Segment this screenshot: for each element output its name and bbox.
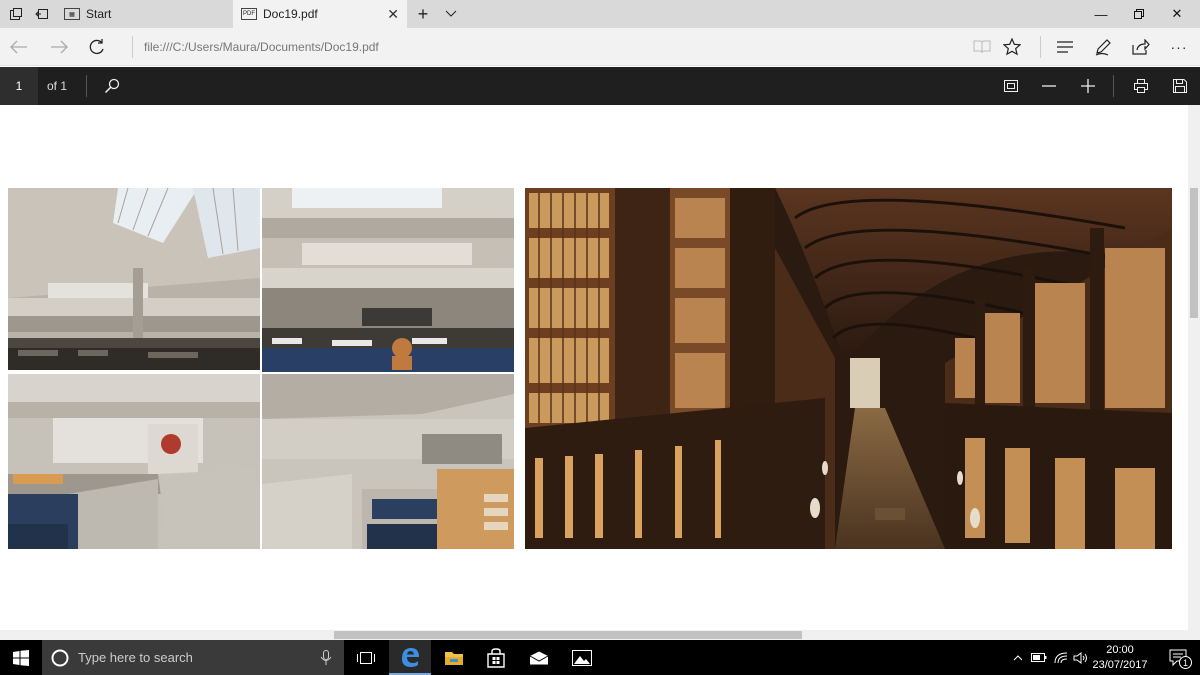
clock-time: 20:00: [1106, 644, 1134, 656]
print-icon[interactable]: [1126, 71, 1156, 101]
vertical-scrollbar[interactable]: [1188, 105, 1200, 630]
library-photo-3: [8, 374, 260, 549]
pdf-tab-icon: PDF: [241, 8, 257, 20]
search-placeholder: Type here to search: [78, 650, 193, 665]
page-count-label: of 1: [47, 79, 68, 93]
search-icon[interactable]: [97, 71, 127, 101]
fit-page-icon[interactable]: [996, 71, 1026, 101]
close-window-icon[interactable]: ✕: [1154, 0, 1200, 28]
pdf-page: [0, 105, 1188, 630]
set-tabs-aside-icon[interactable]: [28, 0, 56, 28]
horizontal-scrollbar[interactable]: [0, 630, 1200, 640]
battery-icon[interactable]: [1028, 640, 1050, 675]
windows-start-icon[interactable]: [0, 640, 42, 675]
long-room-library-photo: [525, 188, 1172, 549]
refresh-icon[interactable]: [82, 32, 112, 62]
toolbar-separator: [86, 75, 87, 97]
more-icon[interactable]: ···: [1163, 32, 1195, 62]
mail-icon[interactable]: [518, 640, 560, 675]
vertical-scroll-thumb[interactable]: [1190, 188, 1198, 318]
tab-doc19[interactable]: PDF Doc19.pdf ✕: [233, 0, 407, 28]
hub-icon[interactable]: [1049, 32, 1081, 62]
file-explorer-icon[interactable]: [433, 640, 475, 675]
library-photo-2: [262, 188, 514, 372]
close-tab-icon[interactable]: ✕: [387, 6, 399, 23]
cortana-circle-icon: [51, 649, 69, 666]
edge-browser-icon[interactable]: [389, 640, 431, 675]
store-icon[interactable]: [475, 640, 517, 675]
web-note-pen-icon[interactable]: [1087, 32, 1119, 62]
tab-label: Start: [86, 7, 112, 21]
url-field[interactable]: file:///C:/Users/Maura/Documents/Doc19.p…: [144, 40, 379, 54]
toolbar-separator: [1040, 36, 1041, 58]
address-bar: file:///C:/Users/Maura/Documents/Doc19.p…: [0, 28, 1200, 66]
save-icon[interactable]: [1165, 71, 1195, 101]
reading-view-icon[interactable]: [966, 32, 998, 62]
task-view-icon[interactable]: [345, 640, 387, 675]
pdf-toolbar: 1 of 1: [0, 67, 1200, 105]
action-center-icon[interactable]: 1: [1158, 640, 1200, 675]
tab-start[interactable]: ▦ Start: [56, 0, 232, 28]
page-number-field[interactable]: 1: [0, 67, 38, 105]
clock-date: 23/07/2017: [1092, 659, 1148, 671]
tab-bar: ▦ Start PDF Doc19.pdf ✕ + — ✕: [0, 0, 1200, 28]
url-separator: [132, 36, 133, 58]
tab-label: Doc19.pdf: [263, 7, 318, 21]
tab-manager-icon[interactable]: [2, 0, 30, 28]
system-clock[interactable]: 20:00 23/07/2017: [1090, 643, 1150, 673]
back-arrow-icon[interactable]: [4, 32, 34, 62]
taskbar-search-box[interactable]: Type here to search: [42, 640, 344, 675]
volume-icon[interactable]: [1070, 640, 1092, 675]
share-icon[interactable]: [1125, 32, 1157, 62]
photos-icon[interactable]: [561, 640, 603, 675]
tab-preview-chevron-icon[interactable]: [437, 0, 465, 28]
library-photo-4: [262, 374, 514, 549]
zoom-in-icon[interactable]: [1073, 71, 1103, 101]
favorite-star-icon[interactable]: [996, 32, 1028, 62]
notification-count-badge: 1: [1179, 656, 1192, 669]
wifi-icon[interactable]: [1050, 640, 1072, 675]
zoom-out-icon[interactable]: [1034, 71, 1064, 101]
start-tab-icon: ▦: [64, 8, 80, 20]
horizontal-scroll-thumb[interactable]: [334, 631, 802, 639]
forward-arrow-icon[interactable]: [44, 32, 74, 62]
taskbar: Type here to search 20:00 23/07/2017 1: [0, 640, 1200, 675]
library-photo-1: [8, 188, 260, 370]
microphone-icon[interactable]: [320, 650, 332, 666]
new-tab-icon[interactable]: +: [409, 0, 437, 28]
toolbar-separator: [1113, 75, 1114, 97]
